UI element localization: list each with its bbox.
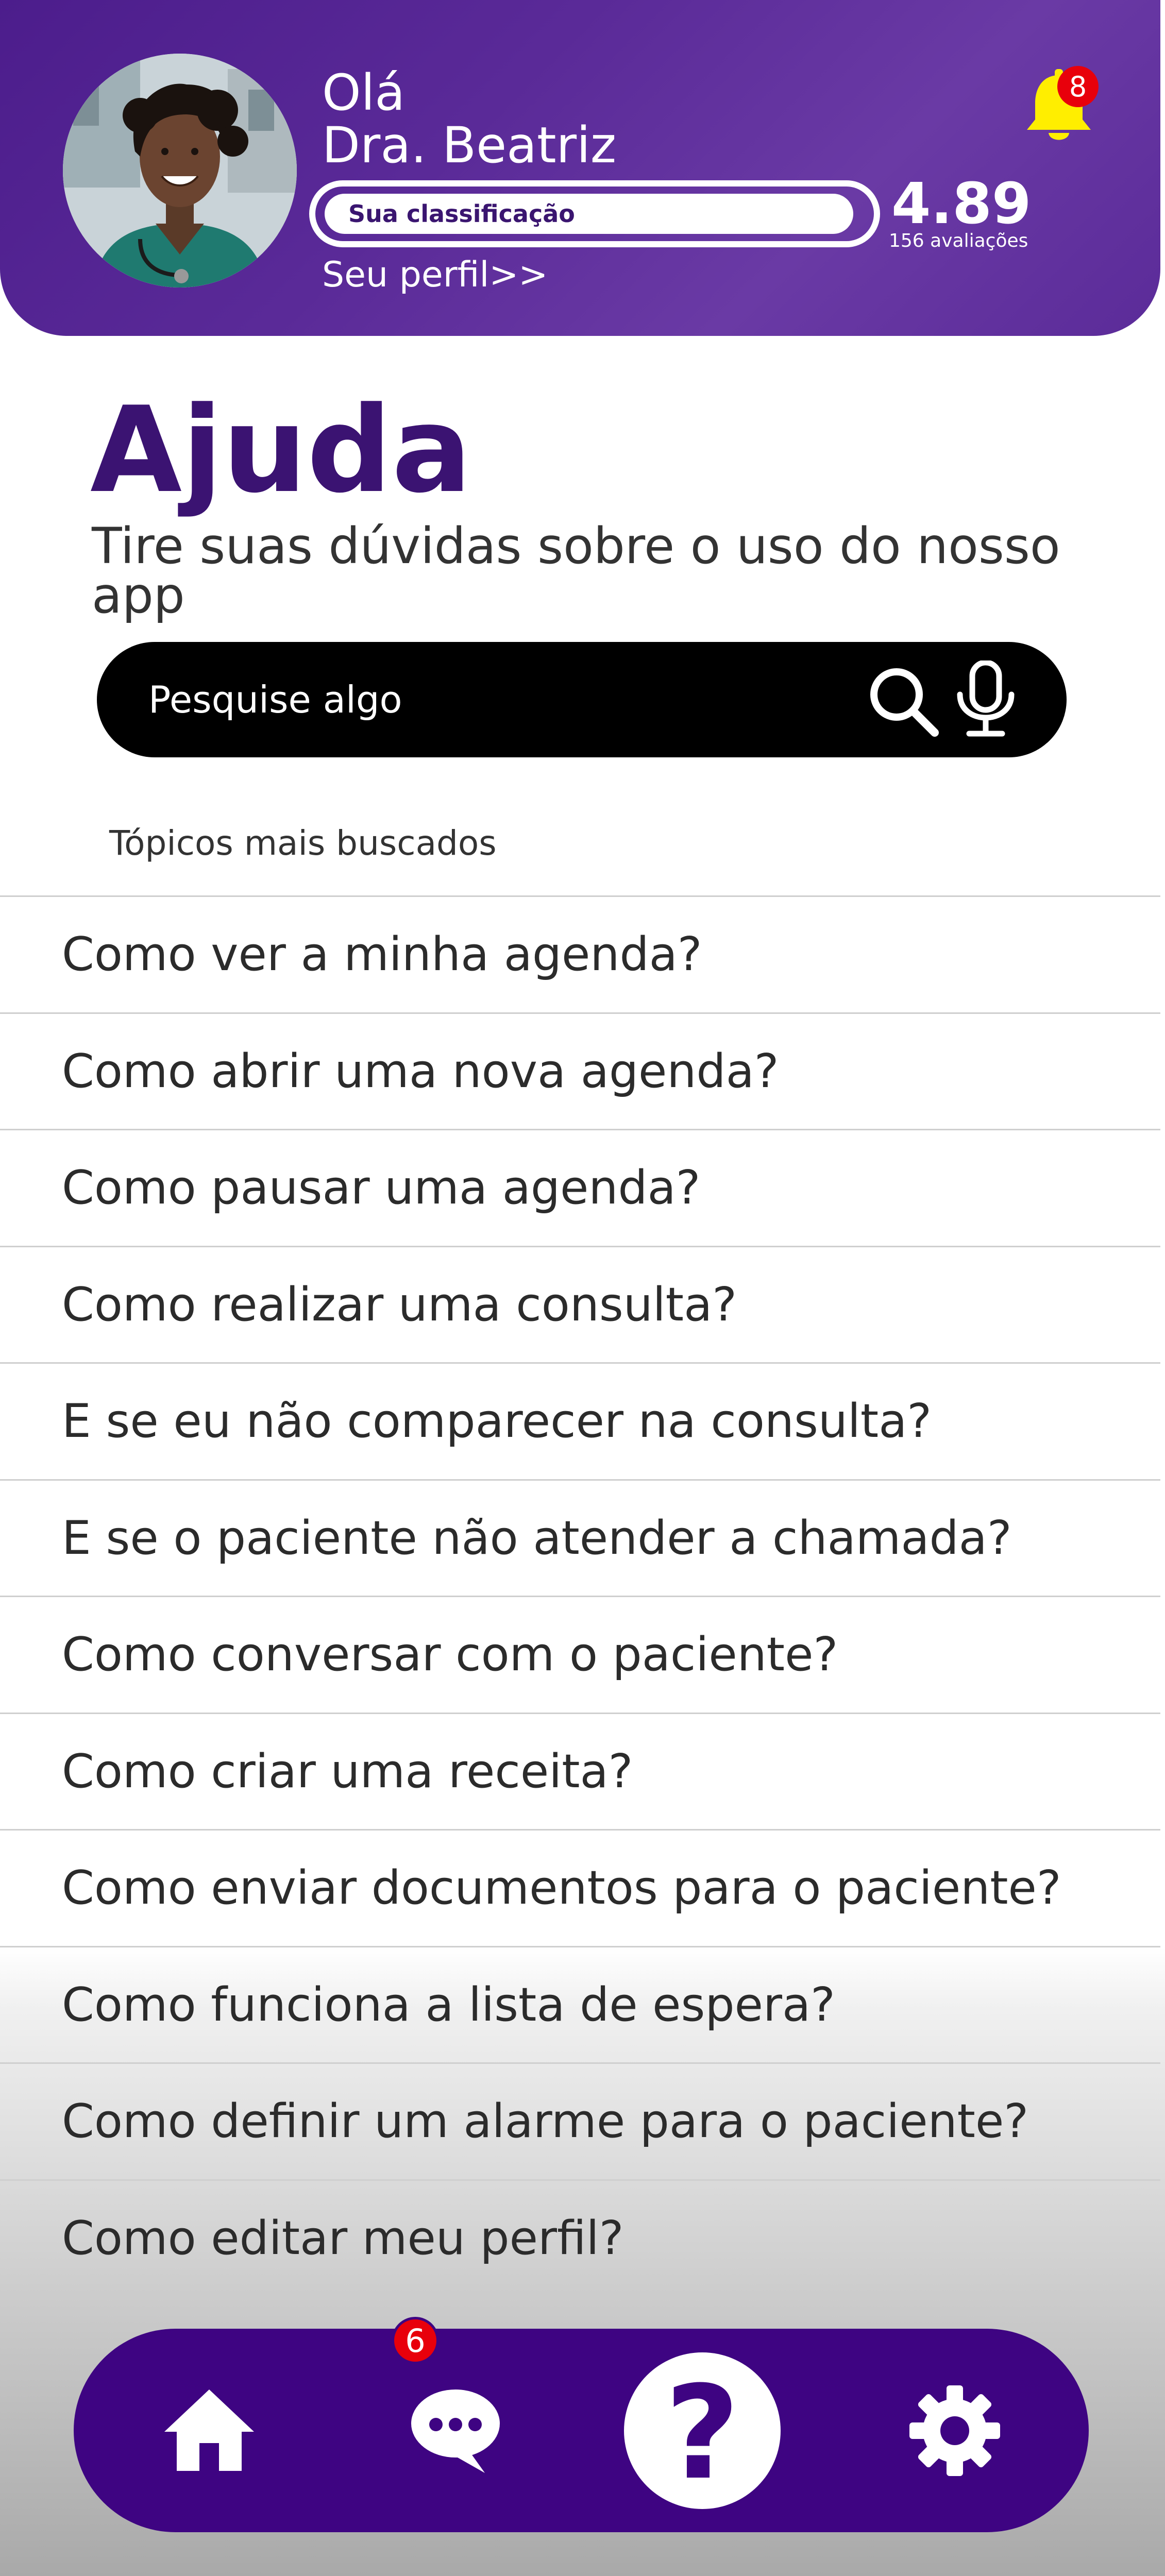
faq-item[interactable]: Como abrir uma nova agenda? bbox=[0, 1012, 1160, 1129]
search-icon[interactable] bbox=[865, 663, 942, 740]
faq-item[interactable]: Como definir um alarme para o paciente? bbox=[0, 2062, 1160, 2179]
rating-bar-fill: Sua classificação bbox=[325, 194, 853, 234]
avatar[interactable] bbox=[63, 54, 297, 287]
doctor-photo bbox=[63, 54, 297, 287]
page-subtitle: Tire suas dúvidas sobre o uso do nosso a… bbox=[92, 517, 1060, 624]
faq-item[interactable]: E se o paciente não atender a chamada? bbox=[0, 1479, 1160, 1596]
user-name: Dra. Beatriz bbox=[322, 116, 617, 174]
help-button[interactable]: ? bbox=[624, 2352, 781, 2509]
bottom-nav: 6 ? bbox=[74, 2317, 1089, 2532]
faq-item[interactable]: Como realizar uma consulta? bbox=[0, 1245, 1160, 1363]
topics-heading: Tópicos mais buscados bbox=[109, 823, 497, 863]
rating-label: Sua classificação bbox=[348, 200, 575, 228]
page-title: Ajuda bbox=[90, 382, 472, 519]
help-icon: ? bbox=[665, 2358, 740, 2508]
faq-item[interactable]: Como editar meu perfil? bbox=[0, 2179, 1160, 2296]
greeting: Olá bbox=[322, 64, 406, 122]
faq-item[interactable]: Como funciona a lista de espera? bbox=[0, 1945, 1160, 2063]
chat-badge: 6 bbox=[392, 2317, 439, 2364]
notification-badge: 8 bbox=[1057, 66, 1099, 107]
faq-item[interactable]: Como pausar uma agenda? bbox=[0, 1129, 1160, 1246]
app-screen: Olá Dra. Beatriz Sua classificação 4.89 … bbox=[0, 0, 1165, 2576]
faq-list: Como ver a minha agenda? Como abrir uma … bbox=[0, 895, 1160, 2296]
rating-count: 156 avaliações bbox=[889, 230, 1028, 251]
home-icon[interactable] bbox=[161, 2385, 257, 2473]
rating-value: 4.89 bbox=[891, 171, 1032, 236]
gear-icon[interactable] bbox=[908, 2384, 1001, 2477]
faq-item[interactable]: Como conversar com o paciente? bbox=[0, 1596, 1160, 1713]
search-bar bbox=[97, 642, 1067, 757]
microphone-icon[interactable] bbox=[950, 660, 1022, 738]
rating-bar: Sua classificação bbox=[309, 180, 880, 247]
chat-icon[interactable] bbox=[408, 2385, 503, 2476]
profile-link[interactable]: Seu perfil>> bbox=[322, 258, 548, 293]
faq-item[interactable]: Como enviar documentos para o paciente? bbox=[0, 1829, 1160, 1946]
profile-header: Olá Dra. Beatriz Sua classificação 4.89 … bbox=[0, 0, 1160, 336]
search-input[interactable] bbox=[148, 668, 818, 732]
faq-item[interactable]: Como ver a minha agenda? bbox=[0, 895, 1160, 1012]
faq-item[interactable]: E se eu não comparecer na consulta? bbox=[0, 1362, 1160, 1479]
faq-item[interactable]: Como criar uma receita? bbox=[0, 1712, 1160, 1829]
